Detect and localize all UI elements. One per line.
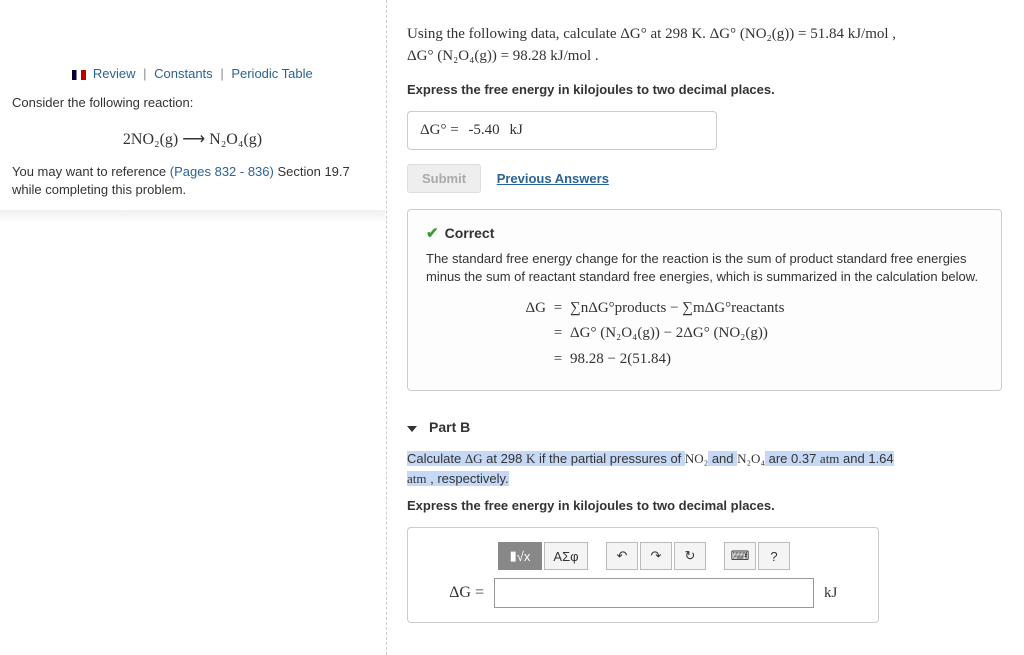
part-b-instruct: Express the free energy in kilojoules to… <box>407 498 1002 513</box>
qb-d: and <box>708 451 737 466</box>
part-b-header[interactable]: Part B <box>407 419 1002 435</box>
check-icon: ✔ <box>426 225 439 242</box>
reset-button[interactable]: ↻ <box>674 542 706 570</box>
flag-icon <box>72 70 86 80</box>
ref-pages: (Pages 832 - 836) <box>170 164 274 179</box>
answer-label: ΔG° = <box>420 122 459 138</box>
input-row: ΔG = kJ <box>424 578 862 608</box>
feedback-box: ✔ Correct The standard free energy change… <box>407 209 1002 392</box>
reaction-equation: 2NO₂(g) ⟶ N₂O₄(g) <box>0 123 385 159</box>
reference-text: You may want to reference (Pages 832 - 8… <box>0 159 385 211</box>
symbols-button[interactable]: ΑΣφ <box>544 542 588 570</box>
answer-unit: kJ <box>509 122 522 138</box>
caret-down-icon <box>407 426 417 432</box>
feedback-equations: ΔG=∑nΔG°products − ∑mΔG°reactants =ΔG° (… <box>506 296 983 373</box>
qb-e: are 0.37 <box>765 451 820 466</box>
eq-line2: ΔG° (N₂O₄(g)) − 2ΔG° (NO₂(g)) <box>570 325 768 341</box>
eq-line1: ∑nΔG°products − ∑mΔG°reactants <box>570 300 784 316</box>
problem-prompt: Consider the following reaction: <box>0 91 385 123</box>
part-b-question: Calculate ΔG at 298 K if the partial pre… <box>407 449 1002 488</box>
keyboard-button[interactable]: ⌨ <box>724 542 756 570</box>
input-unit: kJ <box>824 585 837 602</box>
undo-button[interactable]: ↶ <box>606 542 638 570</box>
sidebar-divider <box>0 210 385 222</box>
part-a-intro: Using the following data, calculate ΔG° … <box>407 24 1002 68</box>
submit-button[interactable]: Submit <box>407 164 481 193</box>
constants-link[interactable]: Constants <box>154 66 213 81</box>
submit-row: Submit Previous Answers <box>407 164 1002 193</box>
qb-atm1: atm <box>820 451 840 466</box>
qb-no2: NO₂ <box>685 451 708 466</box>
main-content: Using the following data, calculate ΔG° … <box>386 0 1016 655</box>
input-toolbar: ▮√x ΑΣφ ↶ ↷ ↻ ⌨ ? <box>498 542 862 570</box>
feedback-body: The standard free energy change for the … <box>426 250 983 286</box>
intro-line1: Using the following data, calculate ΔG° … <box>407 26 896 42</box>
qb-dg: ΔG <box>465 451 483 466</box>
qb-f: and 1.64 <box>839 451 893 466</box>
intro-line2: ΔG° (N₂O₄(g)) = 98.28 kJ/mol . <box>407 48 599 64</box>
qb-b: at 298 <box>483 451 526 466</box>
review-link[interactable]: Review <box>93 66 136 81</box>
answer-display: ΔG° = -5.40 kJ <box>407 111 717 150</box>
correct-label: Correct <box>445 225 495 241</box>
previous-answers-link[interactable]: Previous Answers <box>497 171 609 186</box>
input-label: ΔG = <box>424 584 484 602</box>
qb-atm2: atm <box>407 471 427 486</box>
nav-links: Review | Constants | Periodic Table <box>0 0 385 91</box>
periodic-link[interactable]: Periodic Table <box>231 66 312 81</box>
qb-k: K <box>526 451 535 466</box>
qb-n2o4: N₂O₄ <box>737 451 765 466</box>
feedback-heading: ✔ Correct <box>426 224 983 242</box>
templates-button[interactable]: ▮√x <box>498 542 542 570</box>
answer-value: -5.40 <box>468 122 499 138</box>
qb-c: if the partial pressures of <box>535 451 685 466</box>
answer-input[interactable] <box>494 578 814 608</box>
part-a-instruct: Express the free energy in kilojoules to… <box>407 82 1002 97</box>
qb-g: , respectively. <box>427 471 509 486</box>
eq-lhs: ΔG <box>506 296 546 322</box>
sidebar: Review | Constants | Periodic Table Cons… <box>0 0 385 222</box>
eq-line3: 98.28 − 2(51.84) <box>570 351 671 367</box>
part-b-title: Part B <box>429 419 470 435</box>
redo-button[interactable]: ↷ <box>640 542 672 570</box>
ref-text-a: You may want to reference <box>12 164 170 179</box>
help-button[interactable]: ? <box>758 542 790 570</box>
qb-a: Calculate <box>407 451 465 466</box>
answer-input-widget: ▮√x ΑΣφ ↶ ↷ ↻ ⌨ ? ΔG = kJ <box>407 527 879 623</box>
